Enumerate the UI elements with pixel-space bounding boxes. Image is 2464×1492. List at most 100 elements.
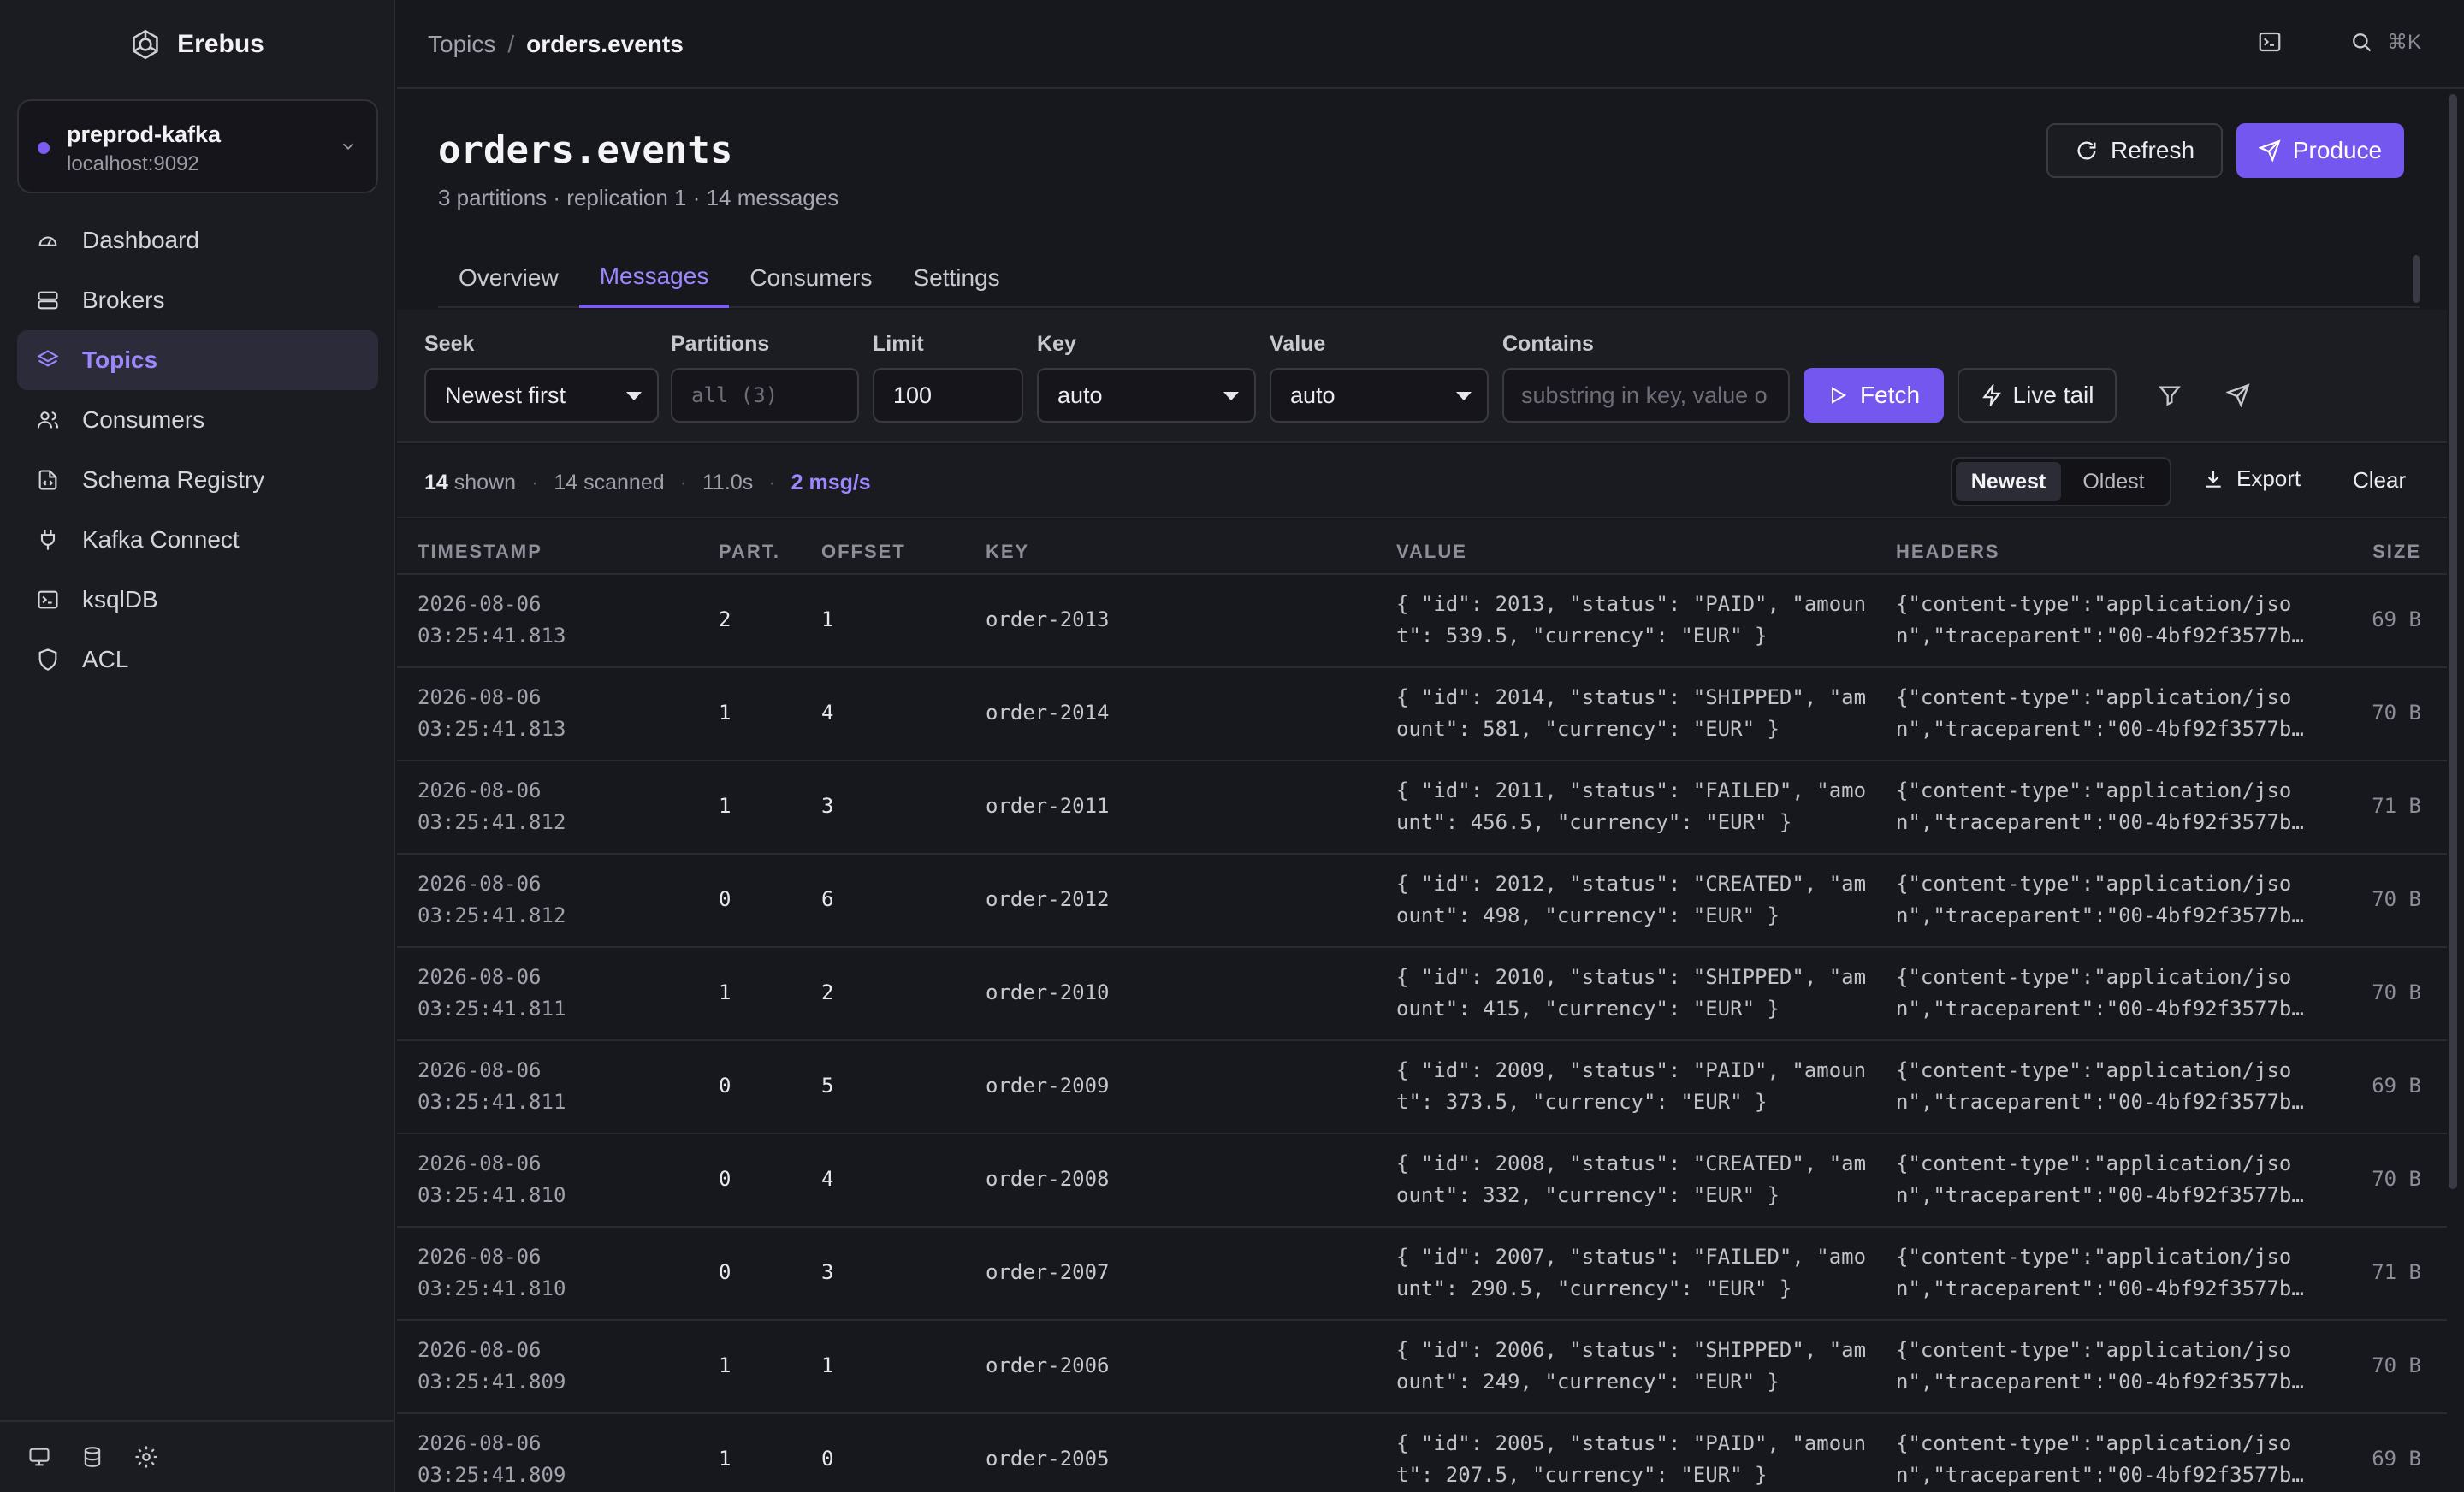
cell-size: 69 B xyxy=(2372,607,2421,631)
table-row[interactable]: 2026-08-06 03:25:41.809 1 1 order-2006 { … xyxy=(397,1321,2447,1414)
table-row[interactable]: 2026-08-06 03:25:41.809 1 0 order-2005 { … xyxy=(397,1414,2447,1492)
sidebar-item-kafka-connect[interactable]: Kafka Connect xyxy=(17,510,378,570)
topic-tabs: Overview Messages Consumers Settings xyxy=(438,248,2420,308)
sidebar-item-label: Topics xyxy=(82,346,158,373)
download-icon xyxy=(2202,468,2224,490)
play-icon xyxy=(1827,385,1848,406)
sidebar-item-label: Dashboard xyxy=(82,227,199,253)
sidebar-item-schema-registry[interactable]: Schema Registry xyxy=(17,450,378,510)
gear-icon[interactable] xyxy=(133,1444,159,1470)
partitions-label: Partitions xyxy=(671,332,770,356)
seek-label: Seek xyxy=(424,332,475,356)
tab-settings[interactable]: Settings xyxy=(893,248,1021,308)
contains-label: Contains xyxy=(1502,332,1594,356)
send-icon xyxy=(2258,139,2281,162)
sidebar-item-ksqldb[interactable]: ksqlDB xyxy=(17,570,378,630)
cell-timestamp: 2026-08-06 03:25:41.809 xyxy=(418,1431,566,1487)
sidebar-item-acl[interactable]: ACL xyxy=(17,630,378,690)
cluster-selector[interactable]: preprod-kafka localhost:9092 xyxy=(17,99,378,193)
table-row[interactable]: 2026-08-06 03:25:41.811 0 5 order-2009 { … xyxy=(397,1041,2447,1134)
column-header-offset[interactable]: OFFSET xyxy=(821,541,906,563)
column-header-headers[interactable]: HEADERS xyxy=(1896,541,2000,563)
cell-value: { "id": 2006, "status": "SHIPPED", "amou… xyxy=(1396,1338,1867,1394)
sidebar-item-consumers[interactable]: Consumers xyxy=(17,390,378,450)
topic-header: orders.events 3 partitions · replication… xyxy=(397,89,2464,308)
table-row[interactable]: 2026-08-06 03:25:41.811 1 2 order-2010 { … xyxy=(397,948,2447,1041)
result-stats: 14 shown · 14 scanned · 11.0s · 2 msg/s xyxy=(424,471,871,495)
cell-offset: 2 xyxy=(821,980,834,1004)
breadcrumb: Topics / orders.events xyxy=(428,31,684,58)
cell-offset: 3 xyxy=(821,1260,834,1284)
sidebar-item-label: Kafka Connect xyxy=(82,526,240,553)
sort-oldest-button[interactable]: Oldest xyxy=(2061,462,2166,501)
search-icon[interactable] xyxy=(2349,30,2373,54)
table-row[interactable]: 2026-08-06 03:25:41.812 1 3 order-2011 { … xyxy=(397,761,2447,855)
brand[interactable]: Erebus xyxy=(0,0,394,89)
plug-icon xyxy=(36,528,60,552)
page-scrollbar[interactable] xyxy=(2449,94,2457,1189)
cell-headers: {"content-type":"application/jso n","trac… xyxy=(1896,1431,2304,1487)
clear-button[interactable]: Clear xyxy=(2353,467,2406,494)
value-format-select[interactable]: auto xyxy=(1270,368,1489,423)
topbar: Topics / orders.events ⌘K xyxy=(397,0,2464,89)
live-tail-button[interactable]: Live tail xyxy=(1958,368,2117,423)
sidebar-item-dashboard[interactable]: Dashboard xyxy=(17,210,378,270)
cell-timestamp: 2026-08-06 03:25:41.811 xyxy=(418,1058,566,1114)
key-format-value: auto xyxy=(1057,382,1103,408)
tab-consumers[interactable]: Consumers xyxy=(729,248,892,308)
cell-partition: 0 xyxy=(719,887,732,911)
cell-key: order-2013 xyxy=(986,607,1110,631)
table-row[interactable]: 2026-08-06 03:25:41.813 2 1 order-2013 { … xyxy=(397,575,2447,668)
key-format-select[interactable]: auto xyxy=(1037,368,1256,423)
value-format-value: auto xyxy=(1290,382,1336,408)
column-header-key[interactable]: KEY xyxy=(986,541,1029,563)
cell-value: { "id": 2014, "status": "SHIPPED", "amou… xyxy=(1396,685,1867,741)
table-row[interactable]: 2026-08-06 03:25:41.812 0 6 order-2012 { … xyxy=(397,855,2447,948)
column-header-size[interactable]: SIZE xyxy=(2372,541,2421,563)
cell-offset: 1 xyxy=(821,607,834,631)
cluster-status-dot xyxy=(38,142,50,154)
database-icon[interactable] xyxy=(80,1445,104,1469)
cell-partition: 0 xyxy=(719,1074,732,1098)
cell-size: 70 B xyxy=(2372,1167,2421,1191)
tab-overview[interactable]: Overview xyxy=(438,248,579,308)
layers-icon xyxy=(36,348,60,372)
column-header-timestamp[interactable]: TIMESTAMP xyxy=(418,541,542,563)
limit-value: 100 xyxy=(893,382,933,408)
sort-newest-button[interactable]: Newest xyxy=(1956,462,2061,501)
caret-down-icon xyxy=(1456,392,1472,400)
app-name: Erebus xyxy=(177,30,264,58)
filter-icon[interactable] xyxy=(2158,383,2182,407)
file-code-icon xyxy=(36,468,60,492)
breadcrumb-topics-link[interactable]: Topics xyxy=(428,31,495,58)
monitor-icon[interactable] xyxy=(27,1445,51,1469)
column-header-value[interactable]: VALUE xyxy=(1396,541,1467,563)
refresh-button[interactable]: Refresh xyxy=(2046,123,2223,178)
produce-button[interactable]: Produce xyxy=(2236,123,2404,178)
fetch-button[interactable]: Fetch xyxy=(1804,368,1944,423)
partitions-input[interactable]: all (3) xyxy=(671,368,859,423)
export-button[interactable]: Export xyxy=(2202,465,2301,492)
cell-partition: 1 xyxy=(719,1447,732,1471)
sidebar-footer xyxy=(0,1420,394,1492)
cell-offset: 4 xyxy=(821,701,834,725)
cell-headers: {"content-type":"application/jso n","trac… xyxy=(1896,1245,2304,1300)
seek-select[interactable]: Newest first xyxy=(424,368,659,423)
cell-headers: {"content-type":"application/jso n","trac… xyxy=(1896,592,2304,648)
terminal-icon xyxy=(36,588,60,612)
sidebar-item-brokers[interactable]: Brokers xyxy=(17,270,378,330)
cell-value: { "id": 2009, "status": "PAID", "amount"… xyxy=(1396,1058,1867,1114)
partitions-placeholder: all (3) xyxy=(691,383,779,407)
sidebar-item-topics[interactable]: Topics xyxy=(17,330,378,390)
contains-input[interactable]: substring in key, value o xyxy=(1502,368,1790,423)
limit-input[interactable]: 100 xyxy=(873,368,1023,423)
tab-messages[interactable]: Messages xyxy=(578,248,730,308)
table-row[interactable]: 2026-08-06 03:25:41.810 0 4 order-2008 { … xyxy=(397,1134,2447,1228)
table-row[interactable]: 2026-08-06 03:25:41.810 0 3 order-2007 { … xyxy=(397,1228,2447,1321)
cell-headers: {"content-type":"application/jso n","trac… xyxy=(1896,779,2304,834)
duration: 11.0s xyxy=(702,471,754,494)
table-row[interactable]: 2026-08-06 03:25:41.813 1 4 order-2014 { … xyxy=(397,668,2447,761)
send-filter-icon[interactable] xyxy=(2226,383,2250,407)
terminal-panel-icon[interactable] xyxy=(2257,29,2283,55)
column-header-partition[interactable]: PART. xyxy=(719,541,780,563)
